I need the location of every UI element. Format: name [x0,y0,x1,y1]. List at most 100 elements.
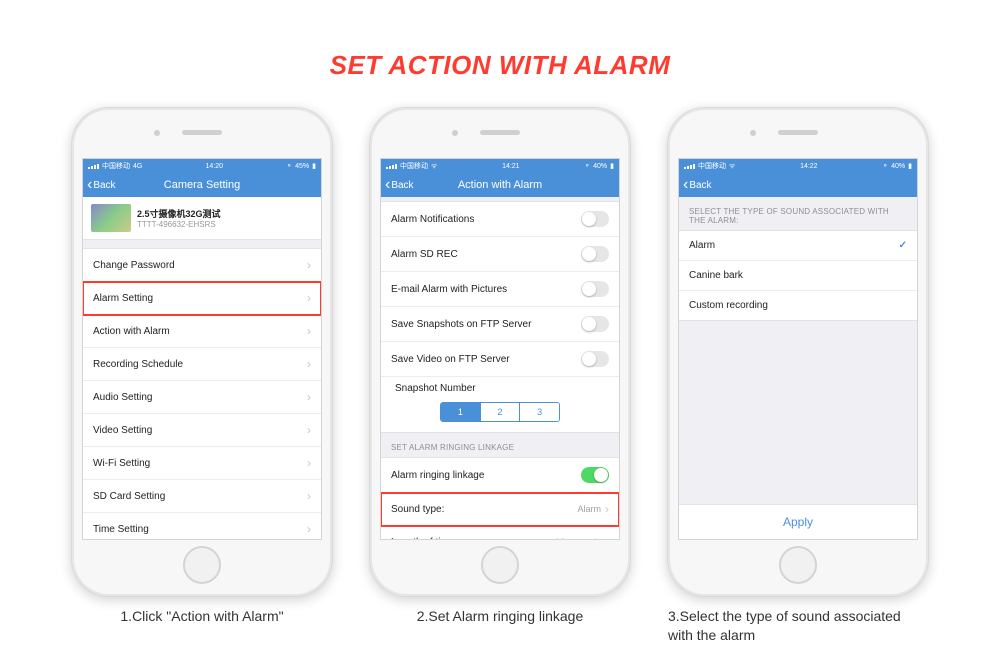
device-id: TTTT-496632-EHSRS [137,220,221,229]
bluetooth-icon: ⚬ [286,162,292,170]
signal-icon [386,164,397,169]
row-length-of-time[interactable]: Length of time: 10 seconds › [381,526,619,539]
toggle-switch[interactable] [581,281,609,297]
row-label: Wi-Fi Setting [93,458,150,469]
back-button[interactable]: Back [683,177,712,193]
signal-icon [684,164,695,169]
row-alarm-sd-rec[interactable]: Alarm SD REC [381,237,619,272]
chevron-right-icon: › [307,324,311,338]
chevron-right-icon: › [307,291,311,305]
battery-label: 40% [891,163,905,170]
toggle-switch[interactable] [581,351,609,367]
content-3: SELECT THE TYPE OF SOUND ASSOCIATED WITH… [679,197,917,539]
row-alarm-setting[interactable]: Alarm Setting› [83,282,321,315]
row-label: Video Setting [93,425,152,436]
snapshot-number-control[interactable]: 1 2 3 [440,402,560,422]
row-sound-custom-recording[interactable]: Custom recording [679,291,917,320]
chevron-right-icon: › [605,535,609,539]
nav-bar: Back Action with Alarm [381,173,619,197]
carrier-label: 中国移动 [102,161,130,171]
chevron-right-icon: › [307,456,311,470]
row-recording-schedule[interactable]: Recording Schedule › [83,348,321,381]
chevron-right-icon: › [307,357,311,371]
row-label: Alarm Notifications [391,214,474,225]
signal-icon [88,164,99,169]
device-header[interactable]: 2.5寸摄像机32G测试 TTTT-496632-EHSRS [83,197,321,240]
row-label: Time Setting [93,524,149,535]
section-header: SET ALARM RINGING LINKAGE [381,433,619,457]
row-sd-card-setting[interactable]: SD Card Setting› [83,480,321,513]
chevron-right-icon: › [307,423,311,437]
clock: 14:22 [800,163,818,170]
speaker [480,130,520,135]
toggle-switch[interactable] [581,316,609,332]
row-label: Action with Alarm [93,326,170,337]
battery-icon: ▮ [610,162,614,170]
carrier-label: 中国移动 [400,161,428,171]
row-time-setting[interactable]: Time Setting› [83,513,321,539]
nav-bar: Back [679,173,917,197]
toggle-switch[interactable] [581,211,609,227]
back-button[interactable]: Back [87,177,116,193]
snapshot-option-3[interactable]: 3 [520,403,559,421]
row-email-alarm[interactable]: E-mail Alarm with Pictures [381,272,619,307]
row-save-snapshots-ftp[interactable]: Save Snapshots on FTP Server [381,307,619,342]
home-button[interactable] [481,546,519,584]
row-label: Sound type: [391,504,444,515]
camera-dot [452,130,458,136]
sound-options-list: Alarm✓ Canine bark Custom recording [679,230,917,321]
bluetooth-icon: ⚬ [584,162,590,170]
caption-3: 3.Select the type of sound associated wi… [668,607,928,645]
home-button[interactable] [779,546,817,584]
speaker [182,130,222,135]
nav-title: Action with Alarm [458,179,542,191]
row-video-setting[interactable]: Video Setting › [83,414,321,447]
row-alarm-ringing-linkage[interactable]: Alarm ringing linkage [381,458,619,493]
snapshot-option-2[interactable]: 2 [481,403,521,421]
row-sound-alarm[interactable]: Alarm✓ [679,231,917,261]
clock: 14:20 [206,163,224,170]
row-label: Alarm ringing linkage [391,470,484,481]
back-button[interactable]: Back [385,177,414,193]
battery-icon: ▮ [312,162,316,170]
phones-row: 中国移动 4G 14:20 ⚬ 45% ▮ Back Camera Settin… [0,107,1000,645]
phone-frame-3: 中国移动 ᯤ 14:22 ⚬ 40% ▮ Back SELECT THE TYP… [667,107,929,597]
page-title: SET ACTION WITH ALARM [0,0,1000,107]
network-label: 4G [133,163,142,170]
battery-label: 45% [295,163,309,170]
toggle-switch[interactable] [581,246,609,262]
row-label: Length of time: [391,537,457,540]
bluetooth-icon: ⚬ [882,162,888,170]
home-button[interactable] [183,546,221,584]
caption-1: 1.Click "Action with Alarm" [120,607,283,626]
battery-label: 40% [593,163,607,170]
wifi-icon: ᯤ [729,162,735,171]
row-value: Alarm [577,504,601,514]
row-alarm-notifications[interactable]: Alarm Notifications [381,202,619,237]
snapshot-number-label: Snapshot Number [381,377,619,394]
row-action-with-alarm[interactable]: Action with Alarm › [83,315,321,348]
row-label: Recording Schedule [93,359,183,370]
phone-1-wrap: 中国移动 4G 14:20 ⚬ 45% ▮ Back Camera Settin… [71,107,333,645]
carrier-label: 中国移动 [698,161,726,171]
apply-button[interactable]: Apply [679,504,917,539]
settings-list: Change Password› Alarm Setting› Action w… [83,248,321,539]
speaker [778,130,818,135]
row-sound-canine-bark[interactable]: Canine bark [679,261,917,291]
clock: 14:21 [502,163,520,170]
row-sound-type[interactable]: Sound type:Alarm› [381,493,619,526]
row-change-password[interactable]: Change Password› [83,249,321,282]
row-value: 10 seconds [555,537,601,539]
snapshot-option-1[interactable]: 1 [441,403,481,421]
row-wifi-setting[interactable]: Wi-Fi Setting › [83,447,321,480]
check-icon: ✓ [899,240,907,251]
chevron-right-icon: › [307,390,311,404]
toggle-switch[interactable] [581,467,609,483]
camera-dot [750,130,756,136]
screen-2: 中国移动 ᯤ 14:21 ⚬ 40% ▮ Back Action with Al… [380,158,620,540]
row-audio-setting[interactable]: Audio Setting› [83,381,321,414]
status-bar: 中国移动 4G 14:20 ⚬ 45% ▮ [83,159,321,173]
row-save-video-ftp[interactable]: Save Video on FTP Server [381,342,619,377]
row-label: Alarm SD REC [391,249,458,260]
screen-3: 中国移动 ᯤ 14:22 ⚬ 40% ▮ Back SELECT THE TYP… [678,158,918,540]
